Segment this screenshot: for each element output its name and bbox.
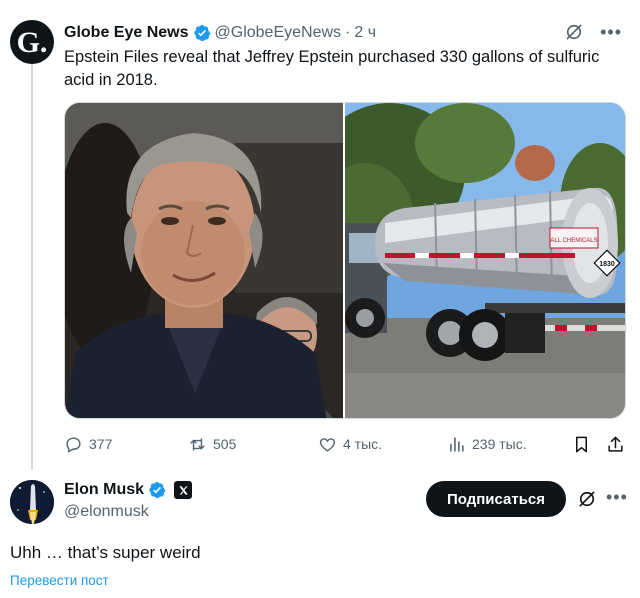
rocket-avatar-illustration — [10, 480, 54, 524]
repost-count: 505 — [213, 436, 237, 452]
bookmark-icon — [575, 436, 588, 452]
elon-avatar[interactable] — [10, 480, 54, 524]
translate-link[interactable]: Перевести пост — [10, 573, 109, 588]
avatar-letter: G. — [16, 26, 48, 59]
author-handle[interactable]: @GlobeEyeNews — [215, 24, 342, 42]
reply-count: 377 — [89, 436, 113, 452]
tanker-illustration: ALL CHEMICALS 1830 — [345, 103, 625, 418]
author-name[interactable]: Globe Eye News — [64, 24, 189, 42]
verified-badge-icon — [193, 24, 211, 42]
tweet-top-actions: ••• — [564, 22, 622, 42]
repost-button[interactable]: 505 — [188, 435, 236, 454]
follow-button[interactable]: Подписаться — [426, 481, 566, 517]
tank-label: ALL CHEMICALS — [550, 238, 597, 244]
like-count: 4 тыс. — [343, 436, 383, 452]
x-logo-glyph — [178, 485, 188, 495]
more-icon[interactable]: ••• — [606, 487, 628, 508]
views-icon — [450, 436, 464, 452]
grok-icon[interactable] — [564, 22, 584, 42]
x-logo-icon[interactable] — [174, 481, 193, 499]
like-button[interactable]: 4 тыс. — [318, 435, 382, 454]
bookmark-button[interactable] — [572, 435, 591, 454]
separator: · — [345, 24, 351, 41]
tweet-text: Epstein Files reveal that Jeffrey Epstei… — [64, 48, 600, 89]
tweet-time[interactable]: 2 ч — [354, 24, 376, 42]
heart-icon — [319, 437, 336, 452]
share-button[interactable] — [606, 435, 625, 454]
repost-icon — [190, 437, 205, 451]
reply-header: Elon Musk — [64, 481, 193, 499]
globe-eye-avatar[interactable]: G. — [10, 20, 54, 64]
view-count: 239 тыс. — [472, 436, 527, 452]
tweet-action-bar: 377 505 4 тыс. 239 тыс. — [64, 432, 626, 456]
tweet-header: Globe Eye News @GlobeEyeNews · 2 ч — [64, 22, 376, 44]
tweet-media[interactable]: ALL CHEMICALS 1830 — [64, 102, 626, 419]
portrait-photo[interactable] — [65, 103, 343, 418]
thread-connector — [31, 64, 33, 470]
grok-icon[interactable] — [577, 489, 597, 509]
reply-icon — [66, 436, 81, 453]
more-icon[interactable]: ••• — [600, 23, 622, 41]
hazmat-sign: 1830 — [599, 261, 615, 268]
reply-text: Uhh … that’s super weird — [10, 543, 201, 562]
verified-badge-icon — [149, 481, 166, 499]
reply-author-name[interactable]: Elon Musk — [64, 481, 144, 499]
tanker-truck-photo[interactable]: ALL CHEMICALS 1830 — [345, 103, 625, 418]
portrait-illustration — [65, 103, 343, 418]
reply-author-handle[interactable]: @elonmusk — [64, 503, 149, 521]
share-icon — [608, 436, 623, 452]
reply-button[interactable]: 377 — [64, 435, 112, 454]
views-button[interactable]: 239 тыс. — [447, 435, 527, 454]
